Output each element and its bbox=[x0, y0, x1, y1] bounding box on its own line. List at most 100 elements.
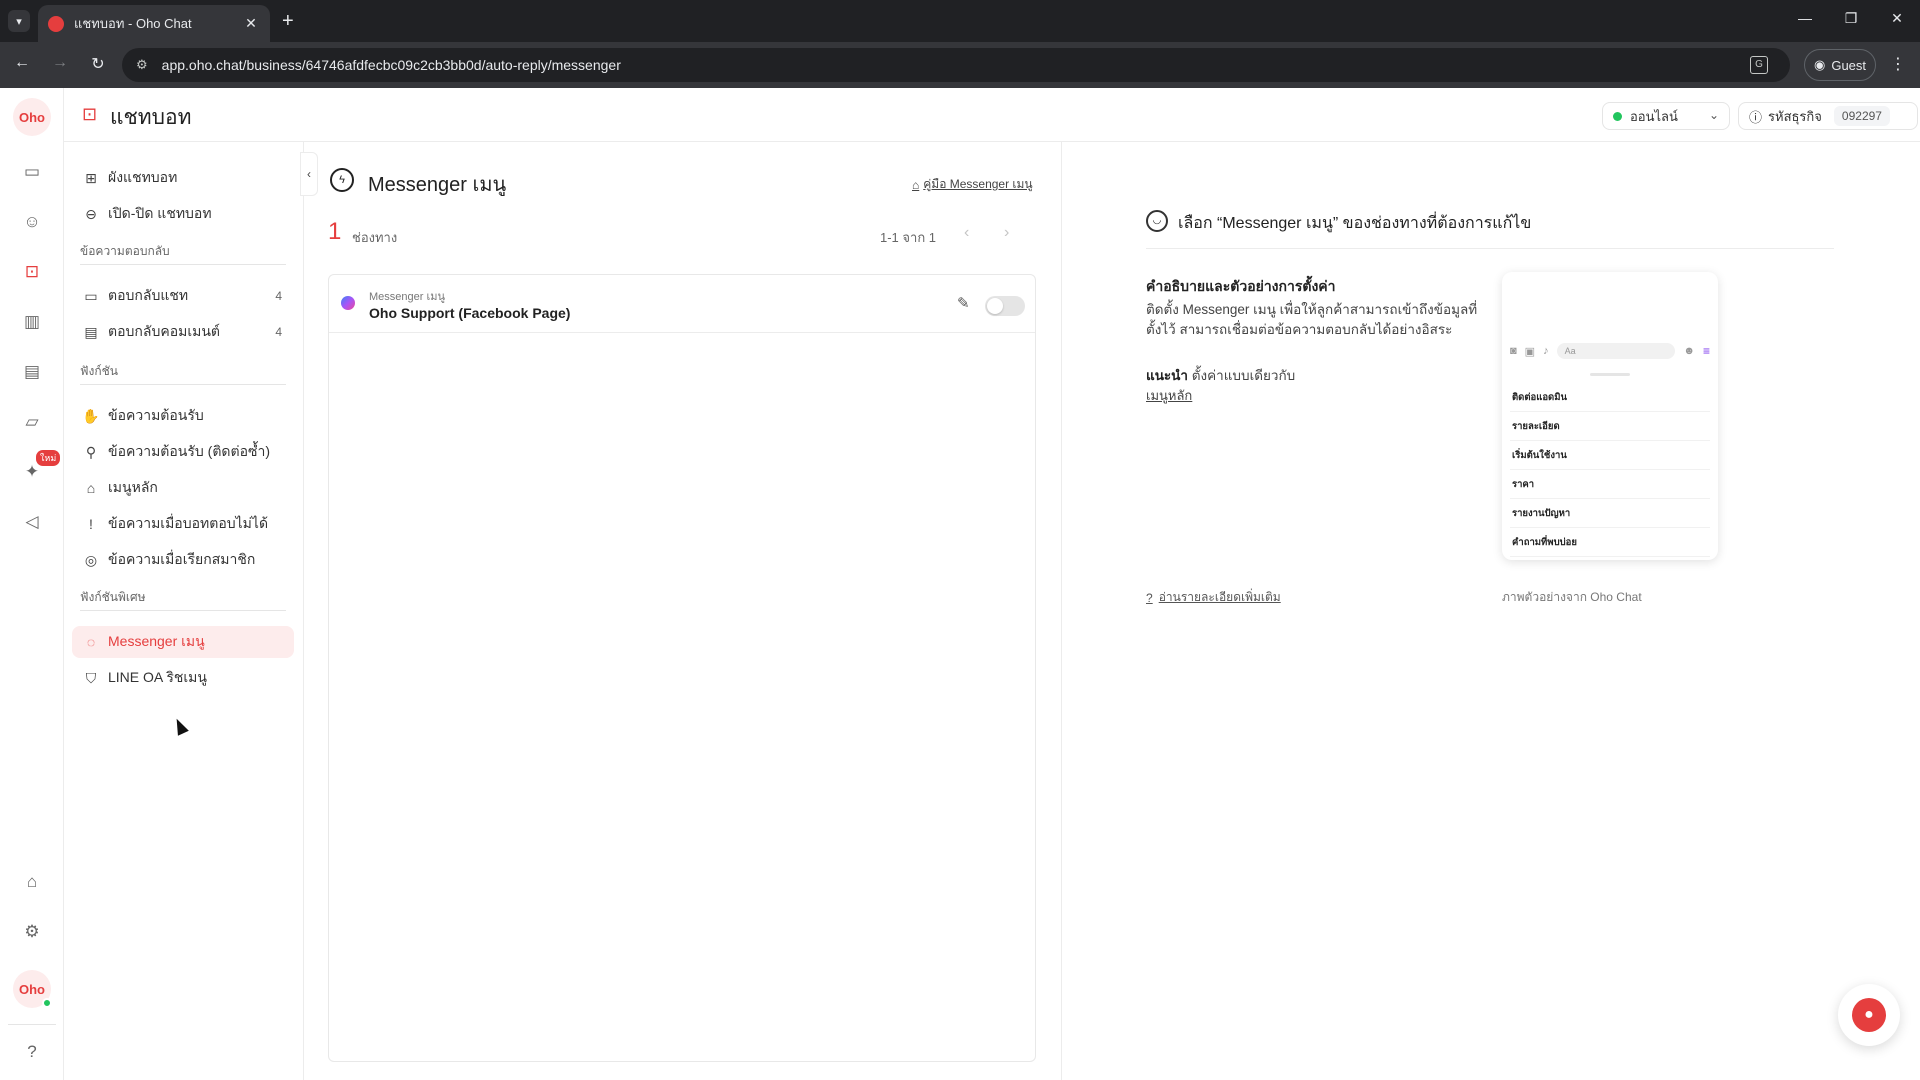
nav-reply-chat[interactable]: ▭ ตอบกลับแชท 4 bbox=[72, 280, 294, 312]
reload-icon[interactable]: ↻ bbox=[86, 54, 110, 74]
preview-input-bar: ◙ ▣ ♪ Aa ☻ ≡ bbox=[1510, 342, 1710, 360]
preview-caption: ภาพตัวอย่างจาก Oho Chat bbox=[1502, 590, 1642, 604]
image-icon: ▣ bbox=[1524, 345, 1536, 358]
address-bar[interactable]: ⚙ app.oho.chat/business/64746afdfecbc09c… bbox=[122, 48, 1790, 82]
nav-label: Messenger เมนู bbox=[108, 633, 205, 649]
window-close-icon[interactable]: ✕ bbox=[1882, 10, 1912, 27]
channel-count: 1 bbox=[328, 218, 342, 245]
mic-icon: ♪ bbox=[1543, 345, 1549, 357]
pagination-text: 1-1 จาก 1 bbox=[880, 230, 937, 245]
oho-logo[interactable]: Oho bbox=[13, 98, 51, 136]
academy-icon[interactable]: ⌂ bbox=[20, 870, 44, 894]
nav-chatbot-toggle[interactable]: ⊖ เปิด-ปิด แชทบอท bbox=[72, 198, 294, 230]
nav-call-member[interactable]: ◎ ข้อความเมื่อเรียกสมาชิก bbox=[72, 544, 294, 576]
messenger-icon: ϟ bbox=[330, 168, 354, 192]
chatbot-sidenav: ⊞ ผังแชทบอท ⊖ เปิด-ปิด แชทบอท ข้อความตอบ… bbox=[64, 142, 304, 1080]
support-chat-button[interactable]: ● bbox=[1838, 984, 1900, 1046]
person-walk-icon: ⚲ bbox=[85, 443, 97, 460]
chevron-down-icon: ⌄ bbox=[1708, 108, 1719, 122]
nav-welcome-repeat[interactable]: ⚲ ข้อความต้อนรับ (ติดต่อซ้ำ) bbox=[72, 436, 294, 468]
new-tab-icon[interactable]: + bbox=[282, 10, 294, 32]
toggle-knob bbox=[987, 298, 1003, 314]
url-text: app.oho.chat/business/64746afdfecbc09c2c… bbox=[161, 57, 621, 73]
forward-icon[interactable]: → bbox=[48, 54, 72, 72]
settings-icon[interactable]: ⚙ bbox=[20, 920, 44, 944]
new-badge: ใหม่ bbox=[36, 450, 61, 466]
status-label: ออนไลน์ bbox=[1630, 108, 1678, 124]
nav-chatbot-flow[interactable]: ⊞ ผังแชทบอท bbox=[72, 162, 294, 194]
smile-icon: ◡ bbox=[1146, 210, 1168, 232]
contacts-icon[interactable]: ☺ bbox=[20, 210, 44, 234]
channel-row[interactable]: Messenger เมนู Oho Support (Facebook Pag… bbox=[329, 275, 1035, 333]
nav-reply-comment[interactable]: ▤ ตอบกลับคอมเมนต์ 4 bbox=[72, 316, 294, 348]
divider bbox=[1146, 248, 1834, 249]
profile-button[interactable]: ◉ Guest bbox=[1804, 49, 1876, 81]
business-code[interactable]: ⓘ รหัสธุรกิจ 092297 bbox=[1738, 102, 1918, 130]
nav-fallback-message[interactable]: ! ข้อความเมื่อบอทตอบไม่ได้ bbox=[72, 508, 294, 540]
read-more-link[interactable]: ? อ่านรายละเอียดเพิ่มเติม bbox=[1146, 588, 1281, 607]
guide-link[interactable]: ⌂ คู่มือ Messenger เมนู bbox=[912, 175, 1033, 194]
app-topbar: ⊡ แชทบอท ออนไลน์ ⌄ ⓘ รหัสธุรกิจ 092297 bbox=[64, 88, 1920, 142]
minimize-icon[interactable]: — bbox=[1790, 10, 1820, 26]
tasks-icon[interactable]: ▤ bbox=[20, 360, 44, 384]
chatbot-icon[interactable]: ⊡ bbox=[20, 260, 44, 284]
restore-icon[interactable]: ❐ bbox=[1836, 10, 1866, 27]
nav-label: LINE OA ริชเมนู bbox=[108, 669, 207, 685]
browser-menu-icon[interactable]: ⋮ bbox=[1890, 54, 1906, 74]
tip-label: ตั้งค่าแบบเดียวกับ bbox=[1191, 368, 1296, 383]
folder-icon[interactable]: ▱ bbox=[20, 410, 44, 434]
browser-tabbar: ▾ แชทบอท - Oho Chat ✕ + — ❐ ✕ bbox=[0, 0, 1920, 42]
translate-icon[interactable]: G bbox=[1750, 56, 1768, 74]
detail-title: เลือก “Messenger เมนู” ของช่องทางที่ต้อง… bbox=[1178, 215, 1532, 232]
channel-list-panel: ϟ Messenger เมนู ⌂ คู่มือ Messenger เมนู… bbox=[304, 142, 1062, 1080]
read-more-label: อ่านรายละเอียดเพิ่มเติม bbox=[1158, 590, 1281, 604]
prev-page-icon[interactable]: ‹ bbox=[964, 224, 969, 242]
site-info-icon[interactable]: ⚙ bbox=[136, 57, 148, 73]
back-icon[interactable]: ← bbox=[10, 54, 34, 72]
section-functions: ฟังก์ชัน bbox=[80, 364, 118, 378]
tab-list-icon[interactable]: ▾ bbox=[8, 10, 30, 32]
chat-bubble-icon: ● bbox=[1852, 998, 1886, 1032]
nav-line-richmenu[interactable]: ⛉ LINE OA ริชเมนู bbox=[72, 662, 294, 694]
profile-icon: ◉ bbox=[1813, 57, 1826, 72]
nav-label: ตอบกลับคอมเมนต์ bbox=[108, 323, 221, 339]
alert-message-icon: ! bbox=[89, 516, 93, 532]
nav-main-menu[interactable]: ⌂ เมนูหลัก bbox=[72, 472, 294, 504]
messenger-preview-image: ◙ ▣ ♪ Aa ☻ ≡ ติดต่อแอดมิน รายละเอียด เริ… bbox=[1502, 272, 1718, 560]
menu-icon: ≡ bbox=[1702, 344, 1710, 358]
nav-count: 4 bbox=[275, 325, 282, 339]
nav-label: เมนูหลัก bbox=[108, 479, 158, 495]
main-menu-link[interactable]: เมนูหลัก bbox=[1146, 385, 1192, 406]
status-dot bbox=[1613, 111, 1622, 121]
preview-menu-item: คำถามที่พบบ่อย bbox=[1510, 529, 1710, 557]
nav-welcome-message[interactable]: ✋ ข้อความต้อนรับ bbox=[72, 400, 294, 432]
profile-label: Guest bbox=[1831, 57, 1867, 73]
browser-tab[interactable]: แชทบอท - Oho Chat ✕ bbox=[38, 5, 270, 42]
preview-handle bbox=[1590, 373, 1630, 376]
next-page-icon[interactable]: › bbox=[1004, 224, 1009, 242]
chat-icon[interactable]: ▭ bbox=[20, 160, 44, 184]
info-icon: ⓘ bbox=[1749, 109, 1763, 125]
guide-link-label: คู่มือ Messenger เมนู bbox=[923, 177, 1033, 191]
preview-menu-item: รายงานปัญหา bbox=[1510, 500, 1710, 528]
tip-bold: แนะนำ bbox=[1146, 368, 1188, 383]
help-icon[interactable]: ? bbox=[20, 1040, 44, 1064]
camera-icon: ◙ bbox=[1510, 345, 1517, 357]
desc-heading: คำอธิบายและตัวอย่างการตั้งค่า bbox=[1146, 278, 1336, 294]
section-reply: ข้อความตอบกลับ bbox=[80, 244, 170, 258]
enable-toggle[interactable] bbox=[985, 296, 1025, 316]
graduation-cap-icon: ⌂ bbox=[912, 177, 920, 192]
divider bbox=[80, 264, 286, 265]
broadcast-icon[interactable]: ◁ bbox=[20, 510, 44, 534]
nav-label: ข้อความเมื่อบอทตอบไม่ได้ bbox=[108, 515, 269, 531]
analytics-icon[interactable]: ▥ bbox=[20, 310, 44, 334]
edit-icon[interactable]: ✎ bbox=[957, 294, 970, 312]
tab-close-icon[interactable]: ✕ bbox=[242, 15, 260, 32]
nav-label: ข้อความเมื่อเรียกสมาชิก bbox=[108, 551, 256, 567]
tab-title: แชทบอท - Oho Chat bbox=[74, 16, 192, 31]
panel-title: Messenger เมนู bbox=[368, 174, 507, 196]
emoji-icon: ☻ bbox=[1683, 345, 1695, 357]
nav-messenger-menu[interactable]: ◌ Messenger เมนู bbox=[72, 626, 294, 658]
section-special: ฟังก์ชันพิเศษ bbox=[80, 590, 146, 604]
status-select[interactable]: ออนไลน์ ⌄ bbox=[1602, 102, 1730, 130]
